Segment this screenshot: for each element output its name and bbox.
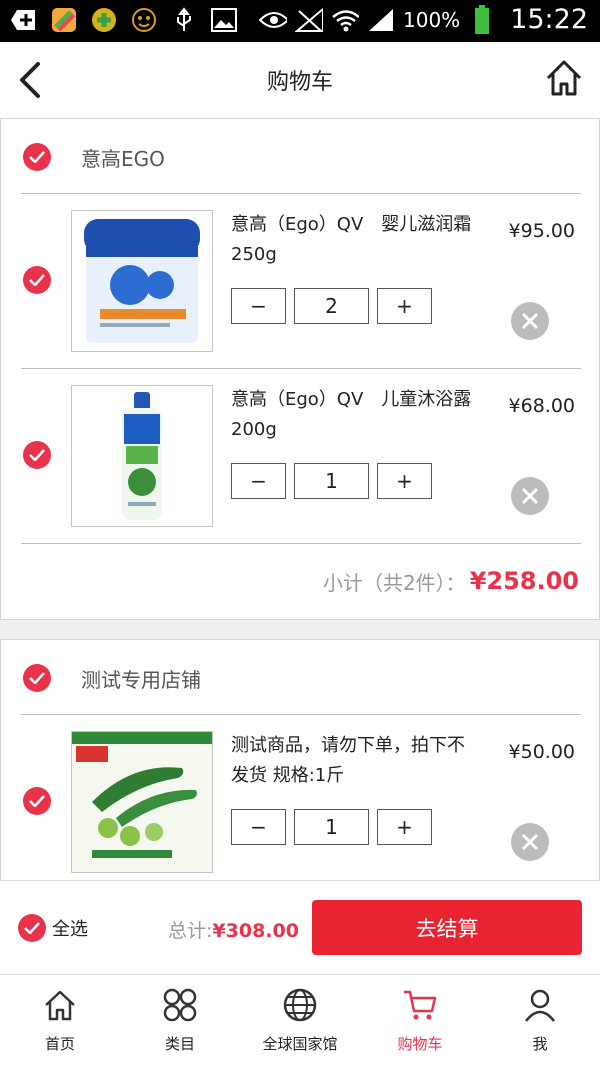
usb-icon [170, 6, 198, 34]
close-icon [521, 833, 539, 851]
quantity-input[interactable]: 1 [294, 809, 369, 845]
product-name[interactable]: 意高（Ego）QV 儿童沐浴露 200g [231, 385, 476, 445]
tab-cart[interactable]: 购物车 [360, 975, 480, 1067]
shop-card: 测试专用店铺 测试商品，请勿下单，拍下不发货 规格:1斤 ¥50.00 − 1 [0, 639, 600, 899]
tab-label: 购物车 [397, 1035, 443, 1053]
wifi-icon [331, 6, 359, 34]
order-total: 总计:¥308.00 [168, 916, 299, 943]
tab-global[interactable]: 全球国家馆 [240, 975, 360, 1067]
decrease-button[interactable]: − [231, 463, 286, 499]
globe-icon [283, 988, 317, 1022]
decrease-button[interactable]: − [231, 809, 286, 845]
total-label: 总计: [168, 920, 213, 942]
subtotal-label: 小计（共2件）： [322, 570, 466, 595]
cart-item: 测试商品，请勿下单，拍下不发货 规格:1斤 ¥50.00 − 1 + [1, 715, 600, 889]
bottom-tab-bar: 首页 类目 全球国家馆 购物车 我 [0, 974, 600, 1067]
assistant-icon [90, 6, 118, 34]
tab-home[interactable]: 首页 [0, 975, 120, 1067]
shop-card: 意高EGO 意高（Ego）QV 婴儿滋润霜 250g ¥95.00 − 2 + [0, 118, 600, 620]
checkout-button[interactable]: 去结算 [312, 900, 582, 955]
select-all-label: 全选 [52, 919, 88, 940]
item-checkbox[interactable] [23, 441, 51, 469]
total-value: ¥308.00 [212, 920, 299, 942]
quantity-input[interactable]: 2 [294, 288, 369, 324]
app-store-icon [50, 6, 78, 34]
check-icon [29, 795, 45, 807]
select-all-checkbox[interactable] [18, 914, 46, 942]
tab-label: 首页 [44, 1035, 75, 1053]
quantity-stepper: − 1 + [231, 809, 432, 845]
product-price: ¥95.00 [508, 220, 575, 242]
cart-item: 意高（Ego）QV 婴儿滋润霜 250g ¥95.00 − 2 + [1, 194, 600, 368]
shop-checkbox[interactable] [23, 143, 51, 171]
no-signal-icon [295, 6, 323, 34]
cart-icon [404, 990, 437, 1020]
product-name[interactable]: 测试商品，请勿下单，拍下不发货 规格:1斤 [231, 731, 476, 791]
cell-signal-icon [367, 6, 395, 34]
product-name[interactable]: 意高（Ego）QV 婴儿滋润霜 250g [231, 210, 476, 270]
cream-jar-image [72, 211, 212, 351]
select-all[interactable]: 全选 [18, 914, 88, 942]
close-icon [521, 312, 539, 330]
item-checkbox[interactable] [23, 266, 51, 294]
increase-button[interactable]: + [377, 809, 432, 845]
check-icon [29, 151, 45, 163]
tab-label: 我 [532, 1035, 548, 1053]
battery-icon [468, 4, 496, 34]
category-icon [163, 988, 197, 1022]
cucumber-image [72, 732, 212, 872]
checkout-bar: 全选 总计:¥308.00 去结算 [0, 880, 600, 974]
shop-subtotal: 小计（共2件）： ¥258.00 [323, 544, 579, 618]
smiley-icon [130, 6, 158, 34]
clock: 15:22 [510, 4, 588, 35]
item-checkbox[interactable] [23, 787, 51, 815]
shop-name: 意高EGO [81, 147, 165, 171]
check-icon [29, 449, 45, 461]
home-icon [45, 990, 75, 1021]
close-icon [521, 487, 539, 505]
check-icon [24, 922, 40, 934]
quantity-input[interactable]: 1 [294, 463, 369, 499]
decrease-button[interactable]: − [231, 288, 286, 324]
tab-label: 全球国家馆 [262, 1035, 338, 1053]
body-wash-bottle-image [72, 386, 212, 526]
status-bar: 100% 15:22 [0, 0, 600, 42]
shop-checkbox[interactable] [23, 664, 51, 692]
add-notification-icon [10, 6, 38, 34]
increase-button[interactable]: + [377, 288, 432, 324]
quantity-stepper: − 1 + [231, 463, 432, 499]
product-image[interactable] [71, 731, 213, 873]
quantity-stepper: − 2 + [231, 288, 432, 324]
page-title: 购物车 [266, 70, 333, 95]
cart-item: 意高（Ego）QV 儿童沐浴露 200g ¥68.00 − 1 + [1, 369, 600, 543]
tab-label: 类目 [164, 1035, 195, 1053]
remove-item-button[interactable] [511, 302, 549, 340]
check-icon [29, 274, 45, 286]
shop-header: 测试专用店铺 [1, 640, 600, 714]
home-icon [546, 60, 582, 96]
battery-percent: 100% [403, 7, 461, 32]
increase-button[interactable]: + [377, 463, 432, 499]
shop-header: 意高EGO [1, 119, 600, 193]
tab-me[interactable]: 我 [480, 975, 600, 1067]
tab-category[interactable]: 类目 [120, 975, 240, 1067]
product-image[interactable] [71, 385, 213, 527]
product-image[interactable] [71, 210, 213, 352]
product-price: ¥50.00 [508, 741, 575, 763]
remove-item-button[interactable] [511, 477, 549, 515]
app-header: 购物车 [0, 42, 600, 118]
eye-icon [259, 6, 287, 34]
check-icon [29, 672, 45, 684]
home-button[interactable] [544, 58, 584, 98]
shop-name: 测试专用店铺 [81, 668, 201, 692]
image-icon [210, 6, 238, 34]
product-price: ¥68.00 [508, 395, 575, 417]
remove-item-button[interactable] [511, 823, 549, 861]
subtotal-value: ¥258.00 [469, 567, 579, 595]
user-icon [525, 989, 555, 1022]
